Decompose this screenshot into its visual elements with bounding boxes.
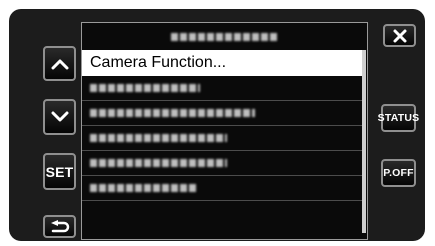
menu-item-4[interactable] <box>82 126 363 151</box>
power-off-button[interactable]: P.OFF <box>381 159 416 187</box>
back-button[interactable] <box>43 215 76 238</box>
status-button[interactable]: STATUS <box>378 104 419 132</box>
menu-scrollbar[interactable] <box>362 50 366 233</box>
close-button[interactable] <box>383 24 416 47</box>
chevron-down-icon <box>51 111 68 122</box>
scroll-up-button[interactable] <box>43 46 76 81</box>
close-icon <box>393 29 406 42</box>
menu-item-label: Camera Function... <box>90 53 227 71</box>
device-screen: SET Camera Function... STATUS P.OFF <box>0 0 435 246</box>
menu-title-blurred <box>170 32 279 41</box>
power-off-button-label: P.OFF <box>383 167 414 179</box>
menu-item-blurred-text <box>90 184 198 192</box>
menu-list: Camera Function... <box>82 50 363 226</box>
menu-item-7[interactable] <box>82 201 363 226</box>
menu-item-blurred-text <box>90 134 227 142</box>
menu-item-2[interactable] <box>82 76 363 101</box>
set-button-label: SET <box>45 163 74 180</box>
menu-title <box>82 23 367 50</box>
menu-item-camera-function[interactable]: Camera Function... <box>82 50 363 76</box>
return-arrow-icon <box>50 219 69 232</box>
scroll-down-button[interactable] <box>43 99 76 135</box>
menu-item-blurred-text <box>90 159 227 167</box>
menu-item-6[interactable] <box>82 176 363 201</box>
menu-item-blurred-text <box>90 109 255 117</box>
menu-scrollbar-thumb[interactable] <box>362 50 366 233</box>
status-button-label: STATUS <box>377 112 420 124</box>
chevron-up-icon <box>51 59 68 69</box>
set-button[interactable]: SET <box>43 153 76 190</box>
menu-item-5[interactable] <box>82 151 363 176</box>
menu-item-blurred-text <box>90 84 200 92</box>
menu-panel: Camera Function... <box>81 22 368 240</box>
menu-item-3[interactable] <box>82 101 363 126</box>
